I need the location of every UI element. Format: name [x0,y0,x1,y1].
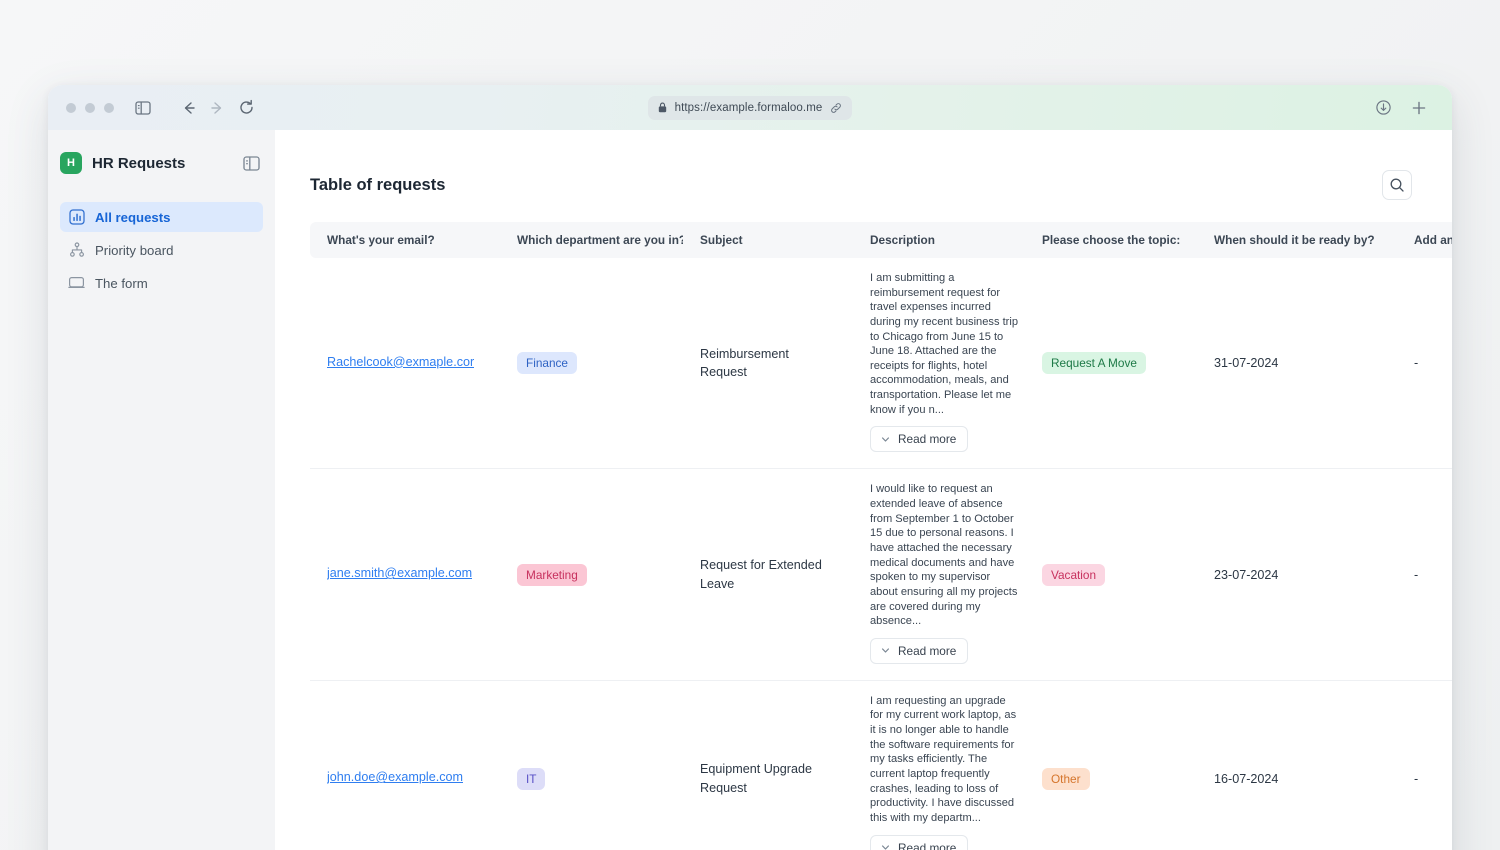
status-badge: Request A Move [1042,352,1146,374]
app-body: H HR Requests [48,130,1452,850]
cell-ready-by: 23-07-2024 [1197,469,1397,680]
description-text: I am submitting a reimbursement request … [870,271,1018,417]
minimize-window-button[interactable] [85,103,95,113]
url-text: https://example.formaloo.me [675,102,823,114]
column-header-description[interactable]: Description [853,222,1025,258]
cell-department: Marketing [500,469,683,680]
sidebar-item-label: All requests [95,210,171,225]
table-row[interactable]: Rachelcook@exmaple.cor Finance Reimburse… [310,258,1452,469]
cell-email: Rachelcook@exmaple.cor [310,258,500,469]
search-icon[interactable] [1382,170,1412,200]
description-text: I would like to request an extended leav… [870,482,1018,628]
workspace-logo: H [60,152,82,174]
sidebar: H HR Requests [48,130,275,850]
chevron-down-icon [880,434,891,445]
cell-email: john.doe@example.com [310,680,500,850]
hierarchy-icon [68,242,85,259]
cell-subject: Request for Extended Leave [683,469,853,680]
browser-toolbar: https://example.formaloo.me [48,85,1452,130]
main-content: Table of requests What's your email? [275,130,1452,850]
page-title: HR Requests [92,155,185,172]
email-link[interactable]: jane.smith@example.com [327,566,472,580]
plus-icon[interactable] [1406,95,1432,121]
form-window-icon [68,275,85,292]
sidebar-item-priority-board[interactable]: Priority board [60,235,263,265]
cell-topic: Request A Move [1025,258,1197,469]
cell-notes: - [1397,469,1452,680]
desktop-background: https://example.formaloo.me [0,0,1500,850]
workspace-header: H HR Requests [48,144,275,182]
column-header-topic[interactable]: Please choose the topic: [1025,222,1197,258]
sidebar-nav: All requests Priority board [48,202,275,298]
table-row[interactable]: jane.smith@example.com Marketing Request… [310,469,1452,680]
read-more-label: Read more [898,841,956,850]
status-badge: IT [517,768,545,790]
close-window-button[interactable] [66,103,76,113]
read-more-label: Read more [898,432,956,446]
sidebar-panel-icon[interactable] [130,95,156,121]
read-more-button[interactable]: Read more [870,835,968,850]
cell-description: I am requesting an upgrade for my curren… [853,680,1025,850]
table-header-bar: Table of requests [310,170,1417,200]
arrow-left-icon[interactable] [176,95,202,121]
cell-subject: Reimbursement Request [683,258,853,469]
cell-ready-by: 31-07-2024 [1197,258,1397,469]
email-link[interactable]: Rachelcook@exmaple.cor [327,355,474,369]
description-text: I am requesting an upgrade for my curren… [870,694,1018,826]
column-header-subject[interactable]: Subject [683,222,853,258]
table-title: Table of requests [310,176,445,195]
link-icon[interactable] [830,102,842,114]
table-head: What's your email? Which department are … [310,222,1452,258]
status-badge: Finance [517,352,577,374]
table-row[interactable]: john.doe@example.com IT Equipment Upgrad… [310,680,1452,850]
reload-icon[interactable] [233,95,259,121]
cell-subject: Equipment Upgrade Request [683,680,853,850]
browser-window: https://example.formaloo.me [48,85,1452,850]
maximize-window-button[interactable] [104,103,114,113]
table-body: Rachelcook@exmaple.cor Finance Reimburse… [310,258,1452,850]
status-badge: Marketing [517,564,587,586]
cell-description: I would like to request an extended leav… [853,469,1025,680]
cell-topic: Vacation [1025,469,1197,680]
chevron-down-icon [880,645,891,656]
cell-department: Finance [500,258,683,469]
sidebar-item-label: Priority board [95,243,173,258]
cell-notes: - [1397,258,1452,469]
column-header-notes[interactable]: Add any re [1397,222,1452,258]
sidebar-item-the-form[interactable]: The form [60,268,263,298]
requests-table: What's your email? Which department are … [310,222,1452,850]
window-traffic-lights[interactable] [66,103,114,113]
cell-email: jane.smith@example.com [310,469,500,680]
cell-department: IT [500,680,683,850]
sidebar-item-label: The form [95,276,148,291]
read-more-button[interactable]: Read more [870,638,968,664]
sidebar-panel-icon[interactable] [241,153,261,173]
status-badge: Other [1042,768,1090,790]
status-badge: Vacation [1042,564,1105,586]
column-header-email[interactable]: What's your email? [310,222,500,258]
read-more-button[interactable]: Read more [870,426,968,452]
download-circle-icon[interactable] [1370,95,1396,121]
cell-ready-by: 16-07-2024 [1197,680,1397,850]
arrow-right-icon[interactable] [204,95,230,121]
lock-icon [658,102,667,113]
table-header-row: What's your email? Which department are … [310,222,1452,258]
chevron-down-icon [880,842,891,850]
email-link[interactable]: john.doe@example.com [327,770,463,784]
read-more-label: Read more [898,644,956,658]
column-header-ready-by[interactable]: When should it be ready by? [1197,222,1397,258]
bar-chart-icon [68,209,85,226]
column-header-department[interactable]: Which department are you in? [500,222,683,258]
cell-topic: Other [1025,680,1197,850]
cell-description: I am submitting a reimbursement request … [853,258,1025,469]
cell-notes: - [1397,680,1452,850]
url-bar[interactable]: https://example.formaloo.me [648,96,853,120]
sidebar-item-all-requests[interactable]: All requests [60,202,263,232]
